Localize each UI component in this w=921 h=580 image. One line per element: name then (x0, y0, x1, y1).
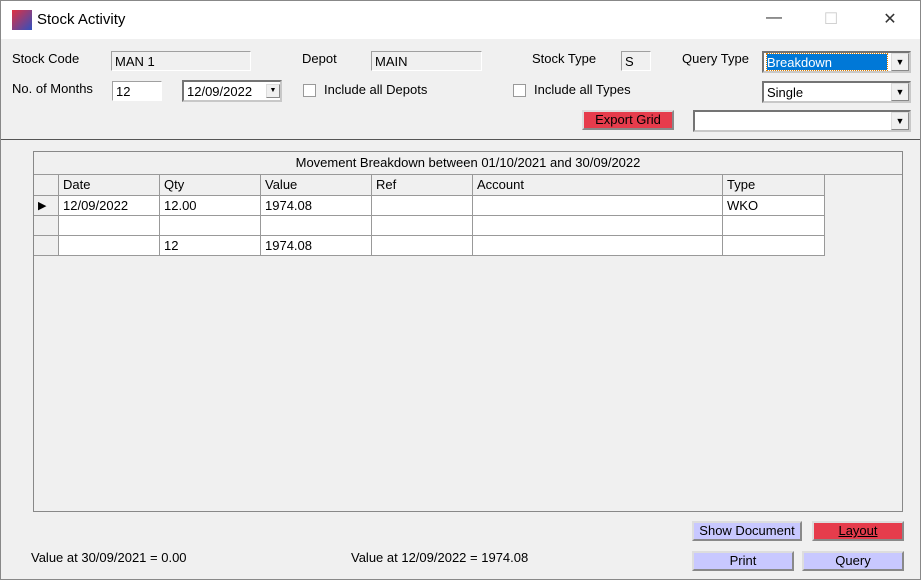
query-type-select[interactable]: Breakdown ▼ (762, 51, 911, 73)
divider (1, 139, 920, 140)
column-header-type[interactable]: Type (723, 175, 825, 196)
grid-cell[interactable]: 12 (160, 236, 261, 256)
grid-cell[interactable] (723, 236, 825, 256)
export-grid-button[interactable]: Export Grid (582, 110, 674, 130)
date-picker[interactable]: 12/09/2022 ▼ (182, 80, 282, 102)
include-types-label: Include all Types (534, 82, 631, 97)
query-type-label: Query Type (682, 51, 749, 66)
include-depots-checkbox[interactable] (303, 84, 316, 97)
grid-cell[interactable] (473, 196, 723, 216)
window-title: Stock Activity (37, 11, 126, 28)
grid-cell[interactable] (372, 236, 473, 256)
grid-cell[interactable] (372, 216, 473, 236)
value-start-text: Value at 30/09/2021 = 0.00 (31, 550, 187, 565)
close-button[interactable]: ✕ (875, 9, 905, 31)
row-indicator[interactable] (34, 216, 59, 236)
column-header-value[interactable]: Value (261, 175, 372, 196)
grid-title: Movement Breakdown between 01/10/2021 an… (34, 152, 902, 175)
export-target-value (698, 113, 887, 129)
grid-cell[interactable] (59, 216, 160, 236)
export-target-select[interactable]: ▼ (693, 110, 911, 132)
query-button[interactable]: Query (802, 551, 904, 571)
query-type-value: Breakdown (766, 53, 888, 71)
stock-code-label: Stock Code (12, 51, 80, 66)
row-indicator-header (34, 175, 59, 196)
months-input[interactable]: 12 (112, 81, 162, 101)
grid-cell[interactable]: 12.00 (160, 196, 261, 216)
depot-field[interactable]: MAIN (371, 51, 482, 71)
grid-cell[interactable]: WKO (723, 196, 825, 216)
grid-cell[interactable]: 12/09/2022 (59, 196, 160, 216)
depot-label: Depot (302, 51, 337, 66)
column-header-date[interactable]: Date (59, 175, 160, 196)
include-depots-label: Include all Depots (324, 82, 428, 97)
grid-cell[interactable] (723, 216, 825, 236)
grid-cell[interactable] (473, 216, 723, 236)
column-header-account[interactable]: Account (473, 175, 723, 196)
include-types-checkbox[interactable] (513, 84, 526, 97)
row-indicator[interactable]: ▶ (34, 196, 59, 216)
column-header-ref[interactable]: Ref (372, 175, 473, 196)
mode-value: Single (767, 85, 804, 100)
grid-cell[interactable] (372, 196, 473, 216)
show-document-button[interactable]: Show Document (692, 521, 802, 541)
grid-cell[interactable] (59, 236, 160, 256)
movement-grid[interactable]: Movement Breakdown between 01/10/2021 an… (33, 151, 903, 512)
chevron-down-icon[interactable]: ▼ (891, 83, 909, 101)
chevron-down-icon[interactable]: ▼ (266, 84, 280, 98)
months-label: No. of Months (12, 81, 93, 96)
value-end-text: Value at 12/09/2022 = 1974.08 (351, 550, 529, 565)
stock-type-label: Stock Type (532, 51, 597, 66)
chevron-down-icon[interactable]: ▼ (891, 53, 909, 71)
app-logo-icon (12, 10, 32, 30)
row-indicator[interactable] (34, 236, 59, 256)
date-value: 12/09/2022 (187, 84, 253, 99)
grid-cell[interactable]: 1974.08 (261, 236, 372, 256)
mode-select[interactable]: Single ▼ (762, 81, 911, 103)
layout-button[interactable]: Layout (812, 521, 904, 541)
grid-cell[interactable] (261, 216, 372, 236)
maximize-button[interactable]: ☐ (816, 9, 846, 31)
grid-cell[interactable] (160, 216, 261, 236)
grid-cell[interactable] (473, 236, 723, 256)
grid-cell[interactable]: 1974.08 (261, 196, 372, 216)
chevron-down-icon[interactable]: ▼ (891, 112, 909, 130)
minimize-button[interactable]: — (759, 9, 789, 31)
stock-type-field[interactable]: S (621, 51, 651, 71)
stock-code-field[interactable]: MAN 1 (111, 51, 251, 71)
print-button[interactable]: Print (692, 551, 794, 571)
column-header-qty[interactable]: Qty (160, 175, 261, 196)
